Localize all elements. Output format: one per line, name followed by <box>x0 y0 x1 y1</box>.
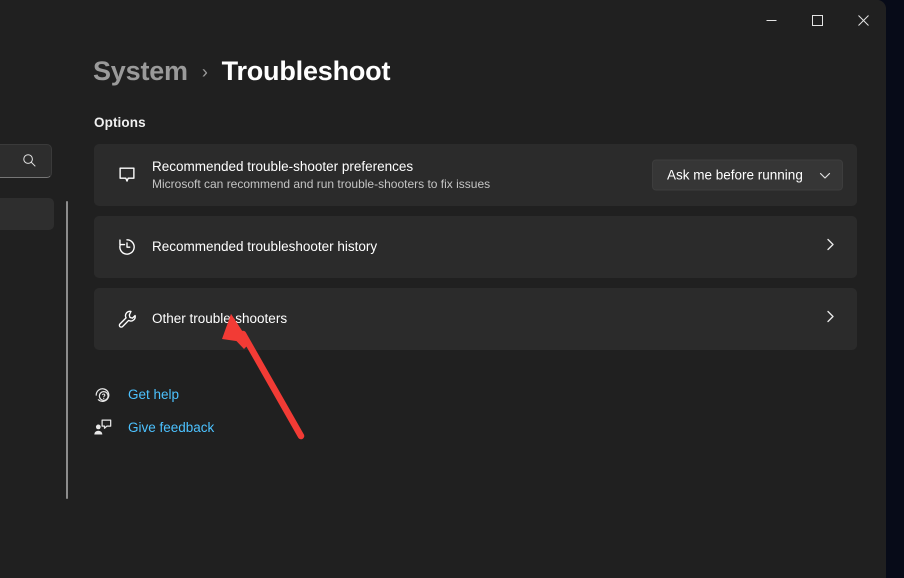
link-label: Give feedback <box>128 420 214 435</box>
chevron-down-icon <box>819 169 831 181</box>
window-controls <box>748 0 886 40</box>
card-text-block: Other trouble-shooters <box>152 311 287 327</box>
chat-bubble-icon <box>114 162 140 188</box>
breadcrumb-parent[interactable]: System <box>93 56 188 87</box>
link-label: Get help <box>128 387 179 402</box>
section-label-options: Options <box>94 115 146 130</box>
card-other-troubleshooters[interactable]: Other trouble-shooters <box>94 288 857 350</box>
maximize-button[interactable] <box>794 0 840 40</box>
desktop-background: System › Troubleshoot Options Recommende… <box>0 0 904 578</box>
history-icon <box>114 234 140 260</box>
wrench-icon <box>114 306 140 332</box>
card-title: Other trouble-shooters <box>152 311 287 327</box>
card-text-block: Recommended trouble-shooter preferences … <box>152 159 490 191</box>
card-recommended-preferences: Recommended trouble-shooter preferences … <box>94 144 857 206</box>
minimize-button[interactable] <box>748 0 794 40</box>
card-title: Recommended trouble-shooter preferences <box>152 159 490 175</box>
settings-window: System › Troubleshoot Options Recommende… <box>0 0 886 578</box>
main-content: System › Troubleshoot Options Recommende… <box>0 40 886 578</box>
title-bar <box>0 0 886 40</box>
page-title: Troubleshoot <box>222 56 391 87</box>
minimize-icon <box>766 15 777 26</box>
chevron-right-icon <box>823 310 837 329</box>
close-icon <box>858 15 869 26</box>
breadcrumb-separator-icon: › <box>202 62 208 83</box>
card-text-block: Recommended troubleshooter history <box>152 239 377 255</box>
link-give-feedback[interactable]: Give feedback <box>92 417 214 437</box>
get-help-icon <box>92 384 112 404</box>
recommended-preferences-dropdown[interactable]: Ask me before running <box>652 160 843 191</box>
dropdown-selected-value: Ask me before running <box>667 168 803 183</box>
link-get-help[interactable]: Get help <box>92 384 179 404</box>
give-feedback-icon <box>92 417 112 437</box>
breadcrumb: System › Troubleshoot <box>93 56 390 87</box>
card-title: Recommended troubleshooter history <box>152 239 377 255</box>
close-button[interactable] <box>840 0 886 40</box>
card-troubleshooter-history[interactable]: Recommended troubleshooter history <box>94 216 857 278</box>
chevron-right-icon <box>823 238 837 257</box>
maximize-icon <box>812 15 823 26</box>
card-subtitle: Microsoft can recommend and run trouble-… <box>152 177 490 191</box>
